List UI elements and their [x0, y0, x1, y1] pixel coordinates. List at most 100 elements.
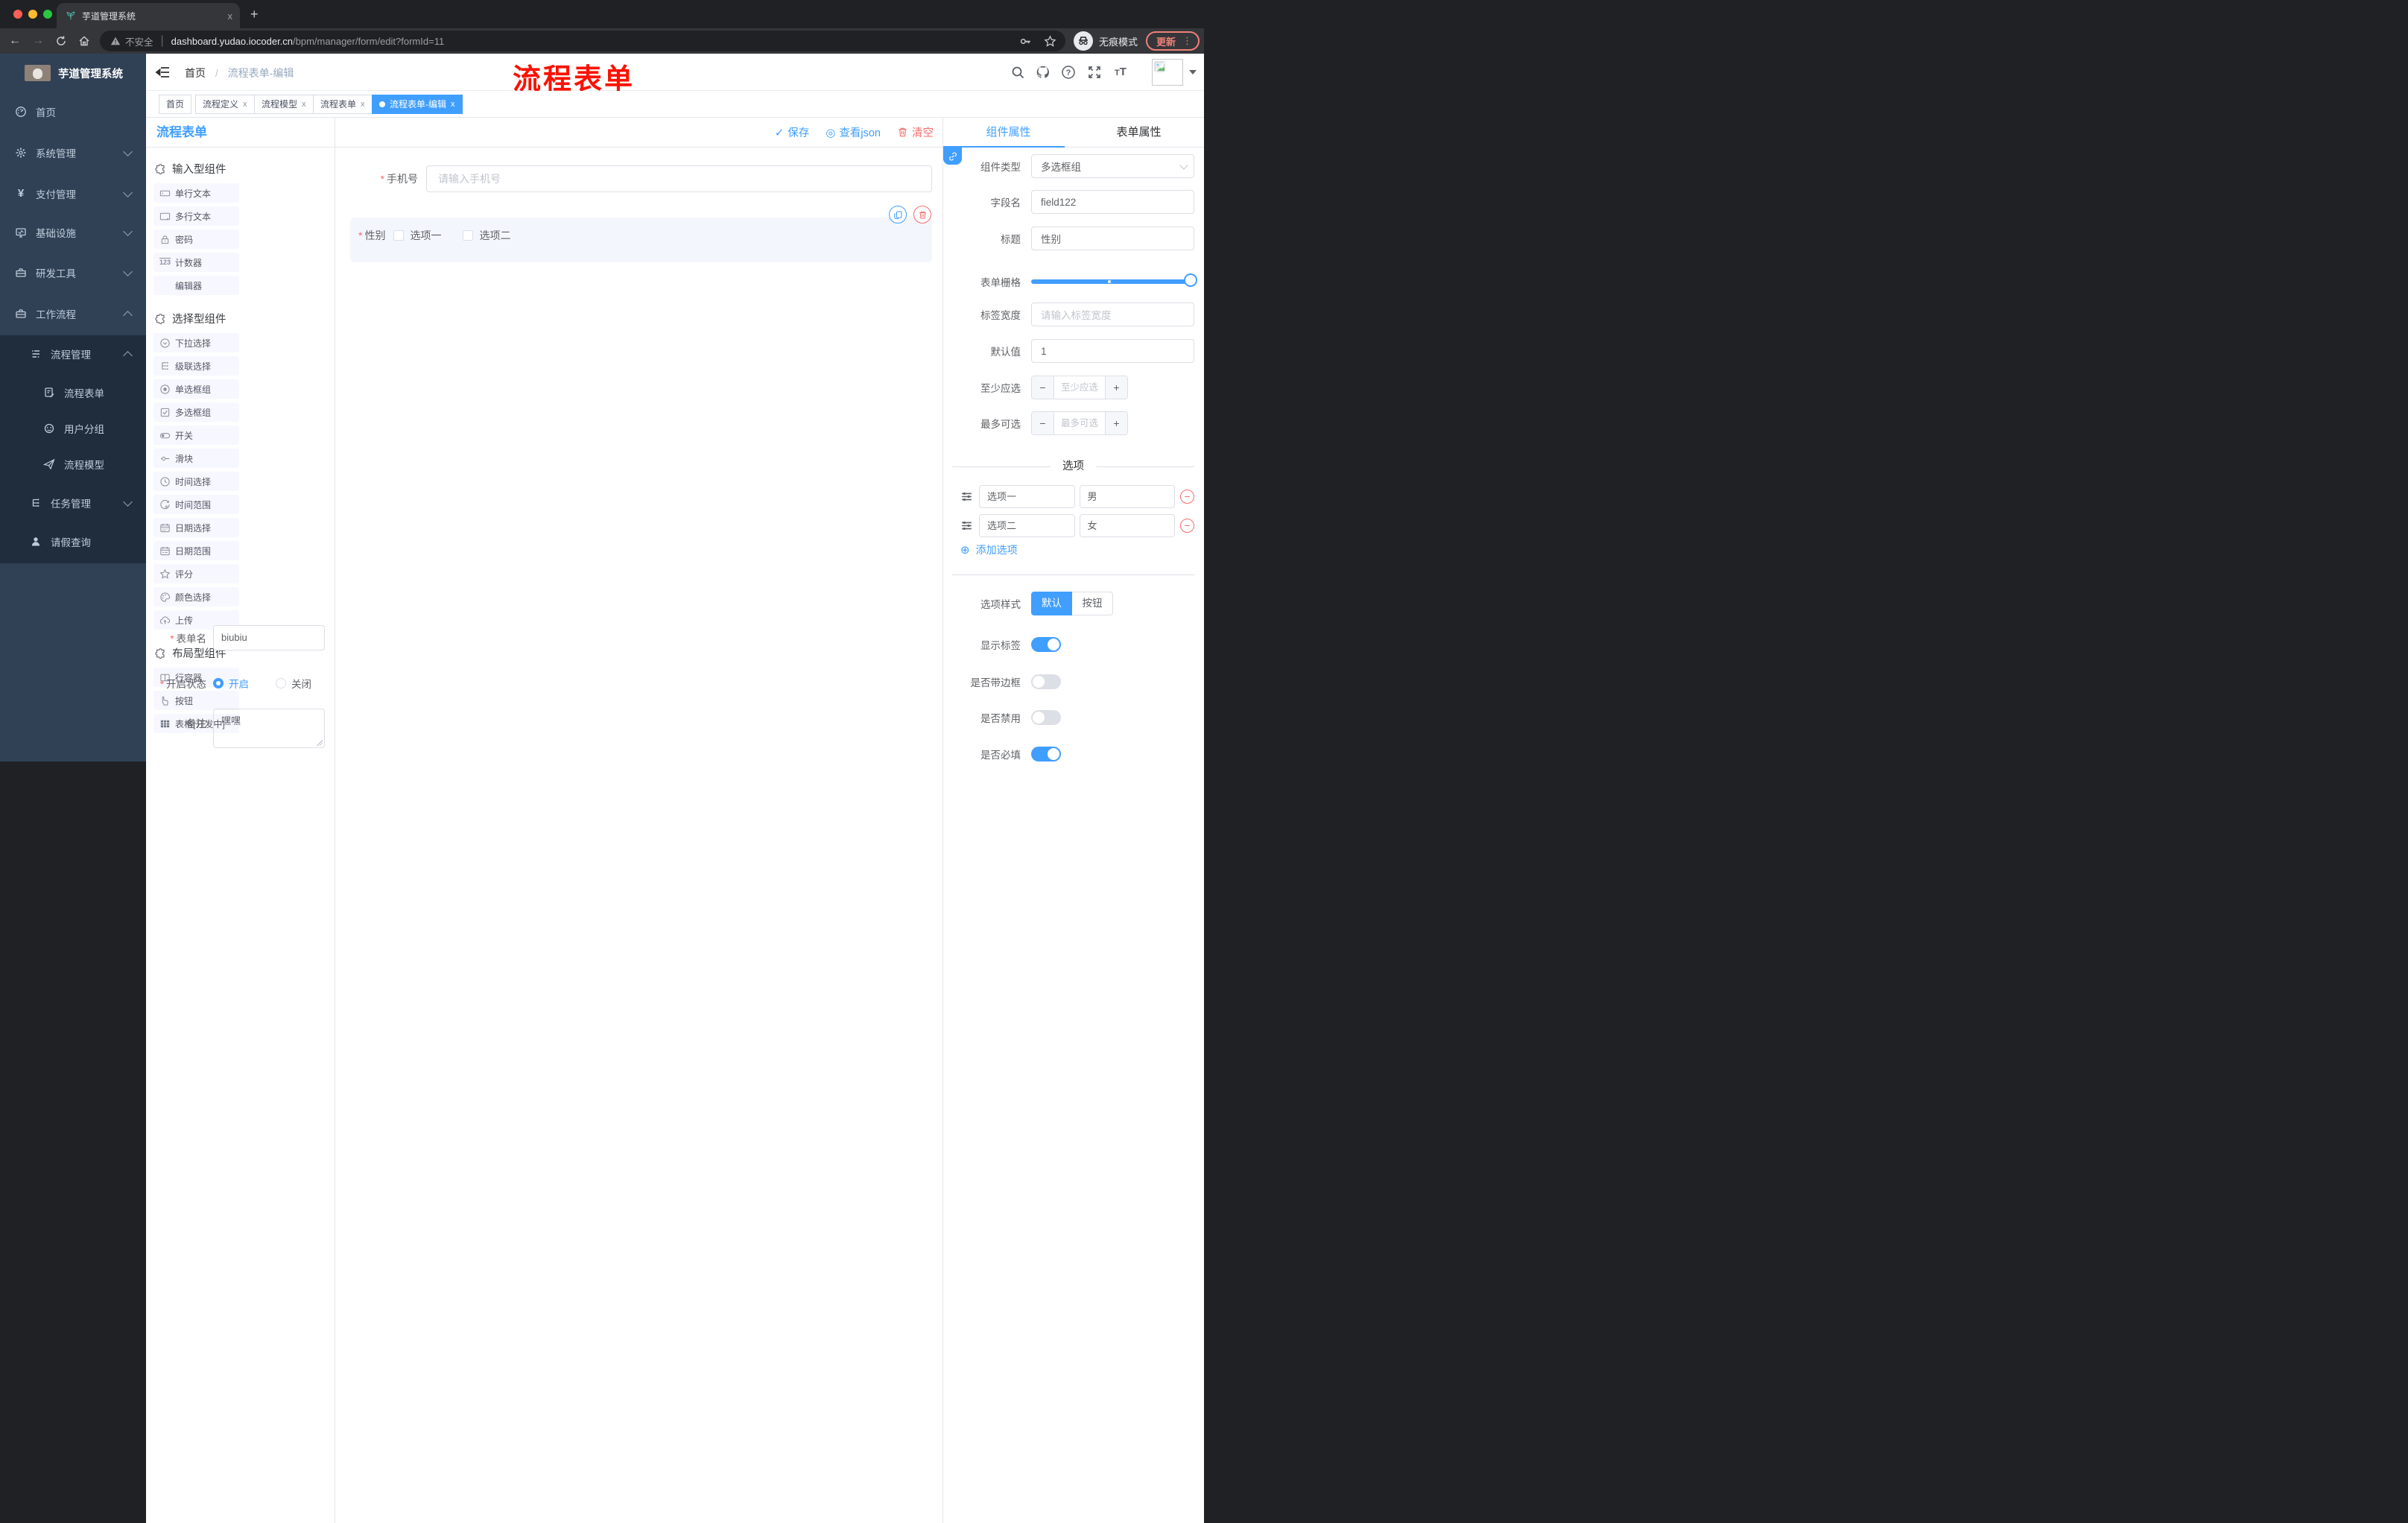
tag-close-icon[interactable]: x	[451, 95, 455, 113]
avatar-caret-down-icon[interactable]	[1189, 70, 1197, 75]
option-label-input[interactable]: 选项一	[979, 485, 1075, 508]
stepper-plus-button[interactable]: +	[1105, 412, 1127, 434]
border-switch[interactable]	[1031, 674, 1061, 689]
tag-home[interactable]: 首页	[159, 95, 192, 114]
stepper-minus-button[interactable]: −	[1032, 412, 1054, 434]
resize-grip-icon[interactable]	[317, 740, 323, 746]
palette-item-slider[interactable]: 滑块	[153, 449, 239, 468]
avatar[interactable]	[1152, 59, 1183, 86]
option-label-input[interactable]: 选项二	[979, 514, 1075, 537]
tag-close-icon[interactable]: x	[361, 95, 365, 113]
sidebar-item-user-group[interactable]: 用户分组	[0, 410, 146, 447]
required-switch[interactable]	[1031, 747, 1061, 762]
status-off-label[interactable]: 关闭	[291, 676, 311, 691]
fullscreen-icon[interactable]	[1087, 65, 1102, 80]
tag-process-definition[interactable]: 流程定义 x	[195, 95, 255, 114]
breadcrumb-home[interactable]: 首页	[185, 67, 206, 79]
drag-handle-icon[interactable]	[960, 490, 973, 503]
tag-process-form[interactable]: 流程表单 x	[313, 95, 373, 114]
option-style-default-button[interactable]: 默认	[1031, 592, 1072, 615]
title-input[interactable]: 性别	[1031, 227, 1194, 250]
tab-form-props[interactable]: 表单属性	[1074, 118, 1204, 147]
new-tab-button[interactable]: +	[250, 7, 259, 22]
component-type-select[interactable]: 多选框组	[1031, 154, 1194, 178]
view-json-button[interactable]: ◎ 查看json	[826, 124, 881, 140]
browser-update-button[interactable]: 更新 ⋮	[1145, 31, 1200, 51]
browser-menu-icon[interactable]: ⋮	[1182, 35, 1192, 47]
forward-icon[interactable]: →	[31, 34, 45, 48]
palette-item-cascader[interactable]: 级联选择	[153, 356, 239, 376]
form-remark-textarea[interactable]: 嘿嘿	[213, 709, 325, 748]
sidebar-item-process-model[interactable]: 流程模型	[0, 446, 146, 483]
reload-icon[interactable]	[54, 34, 69, 48]
help-icon[interactable]: ?	[1061, 65, 1076, 80]
slider-handle[interactable]	[1184, 273, 1197, 287]
palette-item-rate[interactable]: 评分	[153, 564, 239, 583]
sidebar-item-system[interactable]: 系统管理	[0, 134, 146, 171]
tag-close-icon[interactable]: x	[243, 95, 247, 113]
form-grid-slider[interactable]	[1031, 273, 1197, 287]
palette-item-color-picker[interactable]: 颜色选择	[153, 587, 239, 607]
palette-item-date-picker[interactable]: 日期选择	[153, 518, 239, 537]
bookmark-star-icon[interactable]	[1044, 34, 1056, 48]
show-label-switch[interactable]	[1031, 637, 1061, 652]
status-radio-on[interactable]	[213, 678, 224, 688]
palette-item-password[interactable]: 密码	[153, 229, 239, 249]
sidebar-item-process-mgmt[interactable]: 流程管理	[0, 335, 146, 373]
delete-field-button[interactable]	[913, 206, 931, 224]
palette-item-checkbox-group[interactable]: 多选框组	[153, 402, 239, 422]
sidebar-item-leave-query[interactable]: 请假查询	[0, 523, 146, 560]
sidebar-item-devtools[interactable]: 研发工具	[0, 254, 146, 291]
status-on-label[interactable]: 开启	[229, 676, 249, 691]
sidebar-logo[interactable]: 芋道管理系统	[0, 54, 146, 92]
home-icon[interactable]	[77, 34, 92, 48]
sidebar-item-payment[interactable]: ¥ 支付管理	[0, 175, 146, 212]
status-radio-off[interactable]	[276, 678, 286, 688]
font-size-icon[interactable]: TT	[1115, 65, 1129, 80]
gender-checkbox-option-2[interactable]: 选项二	[463, 228, 510, 243]
search-icon[interactable]	[1010, 65, 1025, 80]
drag-handle-icon[interactable]	[960, 519, 973, 532]
stepper-minus-button[interactable]: −	[1032, 376, 1054, 399]
sidebar-item-task-mgmt[interactable]: 任务管理	[0, 484, 146, 522]
remove-option-button[interactable]: −	[1180, 490, 1194, 504]
palette-item-single-text[interactable]: 单行文本	[153, 183, 239, 203]
sidebar-item-infra[interactable]: 基础设施	[0, 214, 146, 251]
sidebar-item-home[interactable]: 首页	[0, 93, 146, 130]
password-key-icon[interactable]	[1019, 35, 1032, 48]
selected-field-gender[interactable]: * 性别 选项一 选项二	[350, 206, 932, 262]
palette-item-time-range[interactable]: 时间范围	[153, 495, 239, 514]
tab-close-icon[interactable]: x	[228, 10, 233, 22]
stepper-input[interactable]: 最多可选	[1054, 412, 1105, 434]
tab-component-props[interactable]: 组件属性	[943, 118, 1074, 147]
traffic-light-close[interactable]	[13, 10, 22, 19]
palette-item-date-range[interactable]: 日期范围	[153, 541, 239, 560]
tag-process-model[interactable]: 流程模型 x	[254, 95, 314, 114]
palette-item-textarea[interactable]: 多行文本	[153, 206, 239, 226]
option-style-button-button[interactable]: 按钮	[1072, 592, 1113, 615]
palette-item-time-picker[interactable]: 时间选择	[153, 472, 239, 491]
traffic-light-zoom[interactable]	[43, 10, 52, 19]
palette-item-editor[interactable]: 编辑器	[153, 276, 239, 295]
sidebar-item-process-form[interactable]: 流程表单	[0, 374, 146, 411]
label-width-input[interactable]: 请输入标签宽度	[1031, 303, 1194, 326]
stepper-input[interactable]: 至少应选	[1054, 376, 1105, 399]
disabled-switch[interactable]	[1031, 710, 1061, 725]
sidebar-fold-icon[interactable]	[155, 65, 170, 80]
palette-item-counter[interactable]: 123 计数器	[153, 253, 239, 272]
default-value-input[interactable]: 1	[1031, 339, 1194, 363]
gender-checkbox-option-1[interactable]: 选项一	[393, 228, 441, 243]
palette-item-switch[interactable]: 开关	[153, 425, 239, 445]
back-icon[interactable]: ←	[7, 34, 22, 48]
github-icon[interactable]	[1036, 65, 1051, 80]
option-value-input[interactable]: 男	[1079, 485, 1175, 508]
phone-field[interactable]: * 手机号 请输入手机号	[335, 165, 932, 192]
address-bar[interactable]: 不安全 | dashboard.yudao.iocoder.cn/bpm/man…	[100, 31, 1065, 51]
traffic-light-minimize[interactable]	[28, 10, 37, 19]
browser-tab[interactable]: 芋道管理系统 x	[57, 3, 240, 28]
option-value-input[interactable]: 女	[1079, 514, 1175, 537]
stepper-plus-button[interactable]: +	[1105, 376, 1127, 399]
tag-close-icon[interactable]: x	[302, 95, 306, 113]
field-name-input[interactable]: field122	[1031, 190, 1194, 214]
add-option-button[interactable]: ⊕ 添加选项	[960, 542, 1018, 557]
